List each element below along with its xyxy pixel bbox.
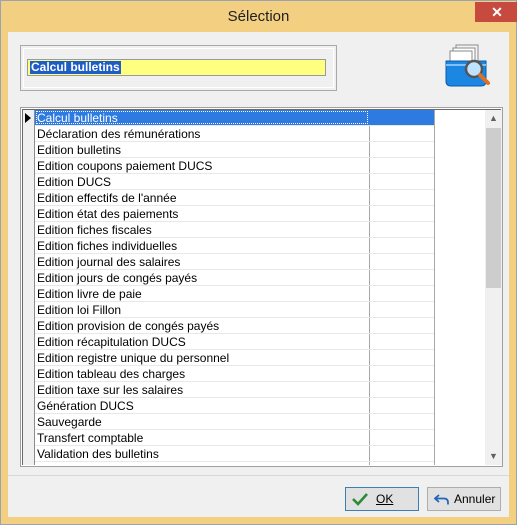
list-item[interactable]: Edition DUCS	[35, 174, 434, 190]
list-item-label: Transfert comptable	[37, 431, 144, 445]
ok-button-label: OK	[376, 492, 394, 506]
list-item[interactable]: Edition effectifs de l'année	[35, 190, 434, 206]
close-icon: ✕	[491, 4, 503, 20]
list-item-label: Edition effectifs de l'année	[37, 191, 177, 205]
close-button[interactable]: ✕	[475, 2, 517, 22]
list-item[interactable]: Edition bulletins	[35, 142, 434, 158]
list-item[interactable]: Edition fiches individuelles	[35, 238, 434, 254]
list-item-label: Calcul bulletins	[37, 111, 118, 125]
list-item-label: Edition livre de paie	[37, 287, 142, 301]
list-item[interactable]: Edition taxe sur les salaires	[35, 382, 434, 398]
list-item[interactable]: Déclaration des rémunérations	[35, 126, 434, 142]
list-item[interactable]: Edition registre unique du personnel	[35, 350, 434, 366]
checkmark-icon	[352, 493, 368, 506]
list-item[interactable]: Edition coupons paiement DUCS	[35, 158, 434, 174]
window-title: Sélection	[227, 8, 290, 25]
list-item-label: Sauvegarde	[37, 415, 102, 429]
list-item-label: Edition tableau des charges	[37, 367, 186, 381]
list-item[interactable]: Sauvegarde	[35, 414, 434, 430]
list-item-label: Edition fiches fiscales	[37, 223, 152, 237]
selection-dialog: Sélection ✕ Calcul bulletins Calcul bull…	[0, 0, 517, 525]
cancel-button[interactable]: Annuler	[427, 487, 501, 511]
row-indicator-column	[23, 110, 35, 465]
current-row-arrow-icon	[25, 113, 31, 123]
title-bar[interactable]: Sélection ✕	[1, 1, 517, 32]
list-item[interactable]: Transfert comptable	[35, 430, 434, 446]
list-item-label: Edition fiches individuelles	[37, 239, 178, 253]
scroll-down-icon[interactable]: ▼	[485, 448, 502, 465]
list-rows: Calcul bulletins Déclaration des rémunéra…	[35, 110, 435, 465]
list-item[interactable]: Edition loi Fillon	[35, 302, 434, 318]
list-item[interactable]: Validation des bulletins	[35, 446, 434, 462]
list-item[interactable]: Génération DUCS	[35, 398, 434, 414]
list-item-label: Validation des bulletins	[37, 447, 159, 461]
list-item[interactable]: Calcul bulletins	[35, 110, 434, 126]
vertical-scrollbar[interactable]: ▲ ▼	[485, 110, 502, 465]
list-item-label: Déclaration des rémunérations	[37, 127, 201, 141]
list-item[interactable]: Edition livre de paie	[35, 286, 434, 302]
list-item-label: Edition loi Fillon	[37, 303, 122, 317]
selection-list[interactable]: Calcul bulletins Déclaration des rémunéra…	[20, 107, 503, 467]
list-item-label: Edition état des paiements	[37, 207, 179, 221]
list-item[interactable]: Edition journal des salaires	[35, 254, 434, 270]
list-item-label: Edition récapitulation DUCS	[37, 335, 186, 349]
list-item-label: Edition taxe sur les salaires	[37, 383, 184, 397]
cancel-button-label: Annuler	[454, 492, 496, 506]
list-item[interactable]: Edition fiches fiscales	[35, 222, 434, 238]
list-item-label: Génération DUCS	[37, 399, 134, 413]
dialog-client-area: Calcul bulletins Calcul bulletins Déclara…	[8, 32, 509, 517]
list-item-label: Edition journal des salaires	[37, 255, 181, 269]
list-item-label: Edition registre unique du personnel	[37, 351, 230, 365]
list-item[interactable]: Edition tableau des charges	[35, 366, 434, 382]
button-bar: OK Annuler	[8, 475, 509, 518]
list-item-label: Edition DUCS	[37, 175, 112, 189]
list-item-label: Edition coupons paiement DUCS	[37, 159, 213, 173]
scroll-thumb[interactable]	[486, 128, 501, 288]
selection-panel: Calcul bulletins	[20, 45, 337, 91]
list-item[interactable]: Edition récapitulation DUCS	[35, 334, 434, 350]
list-item[interactable]: Edition état des paiements	[35, 206, 434, 222]
list-item-label: Edition jours de congés payés	[37, 271, 198, 285]
undo-arrow-icon	[434, 494, 449, 505]
selection-input-value: Calcul bulletins	[30, 60, 121, 74]
list-item-label: Edition bulletins	[37, 143, 122, 157]
ok-button[interactable]: OK	[345, 487, 419, 511]
list-item[interactable]: Edition jours de congés payés	[35, 270, 434, 286]
list-item[interactable]: Edition provision de congés payés	[35, 318, 434, 334]
scroll-up-icon[interactable]: ▲	[485, 110, 502, 127]
list-item-label: Edition provision de congés payés	[37, 319, 220, 333]
selection-input[interactable]: Calcul bulletins	[27, 59, 326, 76]
folders-search-icon	[445, 44, 490, 87]
